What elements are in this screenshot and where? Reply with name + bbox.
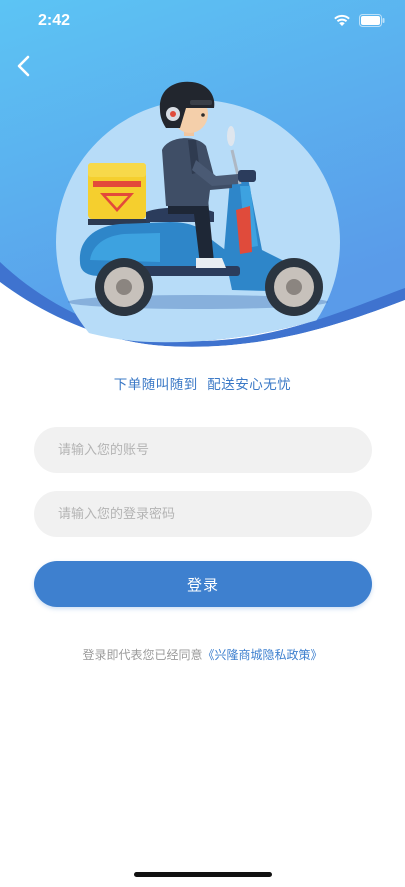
agreement-text: 登录即代表您已经同意《兴隆商城隐私政策》 bbox=[0, 646, 405, 663]
battery-icon bbox=[359, 12, 385, 31]
hero-banner bbox=[0, 0, 405, 360]
back-button[interactable] bbox=[10, 52, 38, 80]
slogan: 下单随叫随到 配送安心无忧 bbox=[113, 377, 292, 393]
wifi-icon bbox=[333, 12, 351, 31]
login-button[interactable]: 登录 bbox=[34, 561, 372, 607]
chevron-left-icon bbox=[17, 55, 30, 77]
account-input[interactable] bbox=[34, 427, 372, 473]
password-input[interactable] bbox=[34, 491, 372, 537]
status-bar: 2:42 bbox=[0, 0, 405, 44]
agreement-prefix: 登录即代表您已经同意 bbox=[82, 648, 203, 662]
home-indicator bbox=[134, 872, 272, 877]
status-time: 2:42 bbox=[38, 12, 71, 29]
status-icons bbox=[333, 12, 385, 31]
privacy-policy-link[interactable]: 《兴隆商城隐私政策》 bbox=[203, 648, 323, 662]
